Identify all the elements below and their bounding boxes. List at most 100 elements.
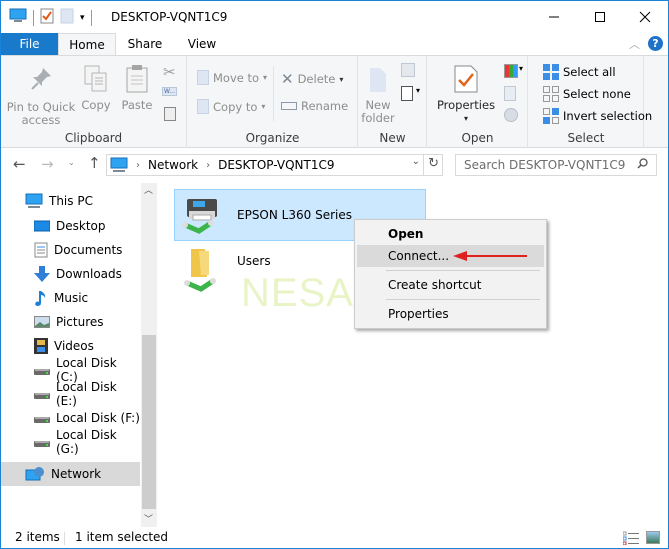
quick-access-toolbar: ▾ xyxy=(9,8,92,27)
properties-button[interactable]: Properties ▾ xyxy=(436,64,496,125)
sidebar-scrollbar[interactable]: ︿ ﹀ xyxy=(141,183,157,527)
tab-file[interactable]: File xyxy=(1,33,58,56)
clipboard-group: Pin to Quick access Copy Paste ✂ W... Cl… xyxy=(1,56,187,148)
sidebar-item-local-disk-g[interactable]: Local Disk (G:) xyxy=(1,428,140,456)
edit-icon[interactable] xyxy=(504,86,516,101)
select-group: Select all Select none Invert selection … xyxy=(529,56,652,148)
close-button[interactable] xyxy=(622,1,668,32)
organize-label: Organize xyxy=(245,131,300,145)
collapse-ribbon-icon[interactable]: ︿ xyxy=(629,36,640,52)
details-view-button[interactable] xyxy=(622,531,639,546)
pin-to-quick-access-button[interactable]: Pin to Quick access xyxy=(5,66,77,127)
sidebar-item-local-disk-f[interactable]: Local Disk (F:) xyxy=(1,406,140,430)
new-item-icon[interactable] xyxy=(401,63,415,77)
sidebar-item-pictures[interactable]: Pictures xyxy=(1,310,140,334)
paste-icon xyxy=(126,65,148,93)
forward-button[interactable]: → xyxy=(41,155,54,173)
move-to-button[interactable]: Move to ▾ xyxy=(197,70,267,85)
context-menu-open[interactable]: Open xyxy=(357,223,544,245)
sidebar-item-desktop[interactable]: Desktop xyxy=(1,214,140,238)
navigation-bar: ← → ⌄ ↑ › Network › DESKTOP-VQNT1C9 ⌄ ↻ … xyxy=(1,149,668,181)
tab-share[interactable]: Share xyxy=(118,33,172,56)
sidebar-item-local-disk-c[interactable]: Local Disk (C:) xyxy=(1,356,140,384)
separator xyxy=(273,66,274,121)
tab-view[interactable]: View xyxy=(176,33,228,56)
paste-shortcut-icon[interactable] xyxy=(164,107,176,121)
copy-path-icon[interactable]: W... xyxy=(162,87,177,96)
context-menu: Open Connect... Create shortcut Properti… xyxy=(354,219,547,329)
address-dropdown-button[interactable]: ⌄ xyxy=(412,156,420,167)
new-folder-button[interactable]: New folder xyxy=(359,66,397,125)
select-label: Select xyxy=(567,131,605,145)
selection-count: 1 item selected xyxy=(75,530,169,544)
file-item-users[interactable]: Users xyxy=(175,243,375,295)
tab-home[interactable]: Home xyxy=(58,33,116,57)
scroll-up-button[interactable]: ︿ xyxy=(144,183,153,196)
copy-button[interactable]: Copy xyxy=(79,64,113,112)
sidebar-item-downloads[interactable]: Downloads xyxy=(1,262,140,286)
window-title: DESKTOP-VQNT1C9 xyxy=(111,10,228,24)
close-icon xyxy=(639,11,651,22)
network-icon xyxy=(25,466,45,482)
computer-icon[interactable] xyxy=(9,8,27,27)
drive-icon xyxy=(34,411,50,425)
refresh-button[interactable]: ↻ xyxy=(428,156,439,171)
rename-icon xyxy=(281,102,297,110)
computer-icon xyxy=(25,193,43,209)
select-all-button[interactable]: Select all xyxy=(543,64,616,80)
select-none-button[interactable]: Select none xyxy=(543,86,631,102)
invert-selection-button[interactable]: Invert selection xyxy=(543,108,652,124)
easy-access-icon[interactable] xyxy=(401,86,413,101)
sidebar-item-label: Local Disk (G:) xyxy=(56,428,117,456)
sidebar-item-this-pc[interactable]: This PC xyxy=(1,189,140,213)
scrollbar-thumb[interactable] xyxy=(142,335,156,509)
select-none-icon xyxy=(543,86,559,102)
open-with-icon[interactable] xyxy=(504,64,518,78)
large-icons-view-button[interactable] xyxy=(646,531,660,544)
history-icon[interactable] xyxy=(504,108,518,122)
scroll-down-button[interactable]: ﹀ xyxy=(144,512,153,525)
new-group: New folder ▾ New xyxy=(359,56,427,148)
properties-icon xyxy=(454,65,478,93)
back-button[interactable]: ← xyxy=(13,155,26,173)
separator xyxy=(33,9,34,26)
context-menu-create-shortcut[interactable]: Create shortcut xyxy=(357,274,544,296)
delete-button[interactable]: ✕ Delete ▾ xyxy=(281,70,343,88)
customize-toolbar-icon[interactable]: ▾ xyxy=(80,13,85,23)
easy-access-dropdown-icon[interactable]: ▾ xyxy=(416,86,420,95)
help-icon[interactable]: ? xyxy=(648,36,663,51)
shared-printer-icon xyxy=(182,199,217,234)
minimize-button[interactable] xyxy=(531,1,577,32)
maximize-icon xyxy=(595,11,605,22)
select-all-icon xyxy=(543,64,559,80)
sidebar-item-label: Pictures xyxy=(56,315,104,329)
sidebar-item-label: Downloads xyxy=(56,267,122,281)
copy-to-button[interactable]: Copy to ▾ xyxy=(197,99,265,114)
cut-icon[interactable]: ✂ xyxy=(163,63,176,81)
breadcrumb-network[interactable]: Network xyxy=(148,158,198,172)
new-label: New xyxy=(379,131,406,145)
context-menu-properties[interactable]: Properties xyxy=(357,303,544,325)
recent-locations-button[interactable]: ⌄ xyxy=(68,158,75,167)
rename-button[interactable]: Rename xyxy=(281,99,348,113)
sidebar-item-network[interactable]: Network xyxy=(1,462,140,486)
breadcrumb-computer[interactable]: DESKTOP-VQNT1C9 xyxy=(218,158,334,172)
sidebar-item-documents[interactable]: Documents xyxy=(1,238,140,262)
paste-button[interactable]: Paste xyxy=(119,64,155,112)
sidebar-item-music[interactable]: Music xyxy=(1,286,140,310)
up-button[interactable]: ↑ xyxy=(88,154,101,172)
address-bar[interactable]: › Network › DESKTOP-VQNT1C9 ⌄ ↻ xyxy=(106,154,443,176)
search-input[interactable]: Search DESKTOP-VQNT1C9 xyxy=(455,154,657,176)
properties-icon[interactable] xyxy=(40,8,54,27)
open-label: Open xyxy=(461,131,494,145)
sidebar-item-label: Desktop xyxy=(56,219,106,233)
open-dropdown-icon[interactable]: ▾ xyxy=(519,64,523,73)
sidebar-item-videos[interactable]: Videos xyxy=(1,334,140,358)
sidebar-item-local-disk-e[interactable]: Local Disk (E:) xyxy=(1,380,140,408)
search-icon[interactable] xyxy=(637,158,648,169)
maximize-button[interactable] xyxy=(577,1,623,32)
new-folder-icon[interactable] xyxy=(60,8,74,27)
ribbon: Pin to Quick access Copy Paste ✂ W... Cl… xyxy=(1,55,668,148)
drive-icon xyxy=(34,387,50,401)
menu-separator xyxy=(386,299,540,300)
